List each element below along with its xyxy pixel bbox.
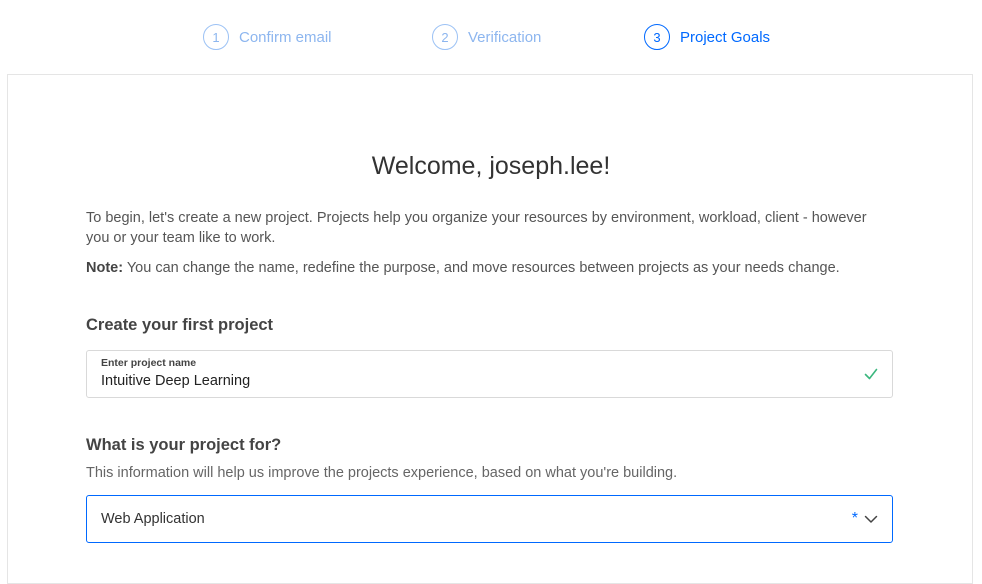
step-number: 2	[432, 24, 458, 50]
project-purpose-value: Web Application	[101, 511, 205, 527]
progress-stepper: 1 Confirm email 2 Verification 3 Project…	[0, 0, 982, 74]
project-name-field[interactable]: Enter project name Intuitive Deep Learni…	[86, 350, 893, 398]
note-label: Note:	[86, 260, 124, 276]
step-project-goals[interactable]: 3 Project Goals	[644, 24, 770, 50]
step-label: Project Goals	[680, 28, 771, 46]
step-number: 1	[203, 24, 229, 50]
step-verification[interactable]: 2 Verification	[432, 24, 541, 50]
check-icon	[864, 368, 878, 380]
project-purpose-select[interactable]: Web Application *	[86, 495, 893, 543]
step-label: Confirm email	[239, 28, 332, 46]
project-purpose-description: This information will help us improve th…	[86, 465, 678, 481]
intro-text: To begin, let's create a new project. Pr…	[86, 210, 867, 246]
project-name-value[interactable]: Intuitive Deep Learning	[101, 373, 250, 389]
project-purpose-heading: What is your project for?	[86, 436, 282, 454]
step-label: Verification	[468, 28, 542, 46]
create-project-heading: Create your first project	[86, 316, 274, 334]
project-name-label: Enter project name	[101, 357, 197, 369]
required-mark: *	[851, 510, 858, 527]
chevron-down-icon[interactable]	[864, 512, 878, 526]
page-title: Welcome, joseph.lee!	[371, 152, 611, 180]
note-body: You can change the name, redefine the pu…	[123, 260, 840, 276]
step-number: 3	[644, 24, 670, 50]
step-confirm-email[interactable]: 1 Confirm email	[203, 24, 332, 50]
note-text: Note: You can change the name, redefine …	[86, 258, 886, 278]
